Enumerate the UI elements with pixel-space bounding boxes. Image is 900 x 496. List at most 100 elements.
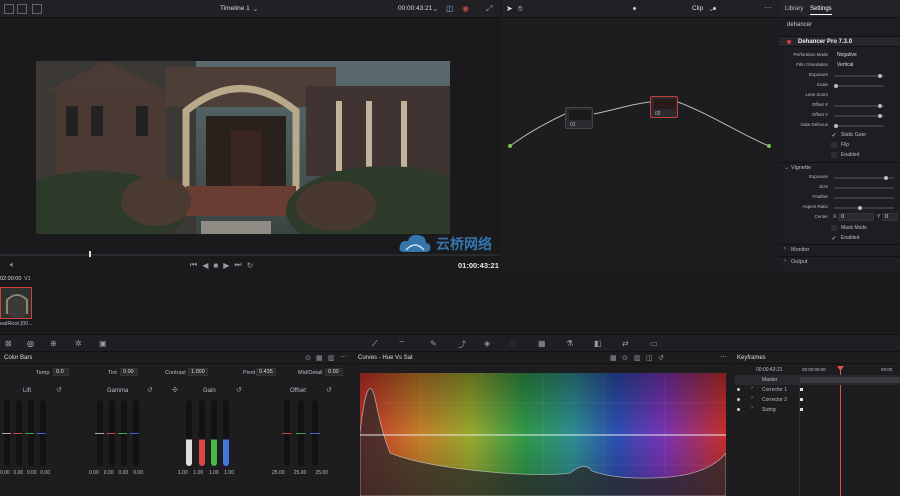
layout-icon[interactable] [4, 4, 14, 14]
picker-icon[interactable]: ✣ [172, 386, 178, 394]
viewer-image[interactable] [36, 61, 450, 234]
keyframe-diamond[interactable] [800, 408, 803, 411]
aspect-ratio-slider[interactable] [834, 206, 894, 210]
value-y[interactable]: 0.00 [89, 470, 99, 476]
vignette-size-slider[interactable] [834, 187, 894, 189]
audio-icon[interactable]: 🔈︎ [10, 260, 15, 270]
curve-graph[interactable] [360, 373, 726, 496]
section-output[interactable]: › Output [779, 256, 900, 266]
keyframe-row-corrector-1[interactable]: › Corrector 1 [734, 385, 899, 395]
offset-x-slider[interactable] [834, 104, 884, 108]
exposure-slider[interactable] [834, 74, 884, 78]
curve-grid-icon[interactable]: ▥ [634, 354, 641, 362]
bar-r[interactable] [199, 400, 205, 466]
value-r[interactable]: 0.00 [13, 470, 23, 476]
value-b[interactable]: 0.00 [133, 470, 143, 476]
step-back-icon[interactable]: ◀ [202, 261, 208, 270]
row-value[interactable]: Negative [837, 52, 857, 58]
view-options-icon[interactable] [17, 4, 27, 14]
value-b[interactable]: 1.00 [224, 470, 234, 476]
checkbox-enabled[interactable] [831, 152, 837, 158]
param-temp-field[interactable]: 0.0 [53, 368, 69, 376]
bar-b[interactable] [223, 400, 229, 466]
gate-defocus-slider[interactable] [834, 124, 884, 128]
node-02[interactable]: 02 [650, 96, 678, 118]
reset-icon[interactable]: ↺ [326, 386, 332, 394]
keyframe-row-sizing[interactable]: › Sizing [734, 405, 899, 415]
value-r[interactable]: 0.00 [104, 470, 114, 476]
value-r[interactable]: 1.00 [193, 470, 203, 476]
tab-settings[interactable]: Settings [810, 6, 832, 15]
value-g[interactable]: 0.00 [27, 470, 37, 476]
checkbox-mask-mode[interactable] [831, 225, 837, 231]
hdr-icon[interactable]: ✲ [75, 339, 82, 348]
reset-icon[interactable]: ↺ [147, 386, 153, 394]
value-r[interactable]: 25.00 [272, 470, 285, 476]
vignette-feather-slider[interactable] [834, 197, 894, 199]
curve-mode-icon[interactable]: ▦ [610, 354, 617, 362]
param-contrast-field[interactable]: 1.000 [188, 368, 208, 376]
curve-view-icon[interactable]: ◫ [646, 354, 653, 362]
tab-library[interactable]: Library [785, 6, 803, 12]
keyframe-diamond[interactable] [800, 398, 803, 401]
keyframe-row-corrector-2[interactable]: › Corrector 2 [734, 395, 899, 405]
fullscreen-icon[interactable]: ⤢ [486, 4, 492, 14]
camera-raw-icon[interactable]: ⊠ [5, 339, 12, 348]
play-icon[interactable]: ▶ [223, 261, 229, 270]
value-g[interactable]: 25.00 [294, 470, 307, 476]
center-x-field[interactable]: 0 [838, 213, 874, 221]
curves-icon[interactable]: ⟋ [372, 339, 378, 349]
scrub-playhead[interactable] [89, 251, 91, 257]
curve-reset-icon[interactable]: ↺ [658, 354, 664, 362]
color-warper-icon[interactable]: ⌔ [398, 339, 406, 349]
param-middetail-field[interactable]: 0.00 [325, 368, 343, 376]
bar-g[interactable] [211, 400, 217, 466]
timeline-title[interactable]: Timeline 1 [220, 5, 250, 12]
vignette-header[interactable]: ⌄ Vignette [779, 162, 900, 171]
expand-icon[interactable]: › [751, 395, 753, 401]
magic-mask-icon[interactable]: ◌ [510, 339, 515, 348]
keyframe-diamond[interactable] [800, 388, 803, 391]
bar-y[interactable] [186, 400, 192, 466]
tracker-icon[interactable]: ◈ [484, 339, 490, 348]
blur-icon[interactable]: ▦ [538, 339, 546, 348]
qualifier-icon[interactable]: ✎ [430, 339, 437, 348]
reset-all-icon[interactable]: ⊙ [305, 354, 311, 362]
plugin-enabled-dot[interactable] [787, 40, 791, 44]
value-b[interactable]: 0.00 [40, 470, 50, 476]
vignette-exposure-slider[interactable] [834, 176, 894, 180]
checkbox-flip[interactable] [831, 142, 837, 148]
curve-picker-icon[interactable]: ⊙ [622, 354, 628, 362]
info-icon[interactable]: ▭ [650, 339, 658, 348]
loop-icon[interactable]: ↻ [247, 261, 254, 270]
stop-icon[interactable]: ■ [213, 261, 218, 270]
3d-icon[interactable]: ⇄ [622, 339, 629, 348]
skip-end-icon[interactable]: ⏭ [234, 260, 241, 270]
param-pivot-field[interactable]: 0.435 [256, 368, 276, 376]
reset-icon[interactable]: ↺ [56, 386, 62, 394]
rgb-mixer-icon[interactable]: ▣ [99, 339, 107, 348]
key-icon[interactable]: ⚗ [566, 339, 573, 348]
offset-y-slider[interactable] [834, 114, 884, 118]
value-b[interactable]: 25.00 [315, 470, 328, 476]
checkbox-static-gate[interactable]: ✓ [831, 132, 837, 139]
grid-icon[interactable]: ▦ [316, 354, 323, 362]
section-monitor[interactable]: › Monitor [779, 244, 900, 254]
keyframe-row-master[interactable]: Master [734, 375, 900, 385]
skip-start-icon[interactable]: ⏮ [190, 260, 197, 270]
primaries-icon[interactable]: ⊕ [50, 339, 57, 348]
dual-view-icon[interactable] [32, 4, 42, 14]
color-match-icon[interactable]: ◎ [27, 339, 34, 348]
sizing-icon[interactable]: ◧ [594, 339, 602, 348]
curve-menu-icon[interactable]: ⋯ [720, 353, 727, 361]
window-icon[interactable]: ⤴ [458, 339, 466, 350]
expand-icon[interactable]: › [751, 385, 753, 391]
plugin-search[interactable]: dehancer [787, 22, 812, 28]
record-icon[interactable]: ◉ [462, 4, 469, 13]
chevron-down-icon[interactable]: ⌄ [252, 4, 259, 13]
param-tint-field[interactable]: 0.00 [120, 368, 138, 376]
bars-icon[interactable]: ▥ [328, 354, 335, 362]
keyframe-playhead-handle[interactable] [837, 366, 844, 371]
row-value[interactable]: Vertical [837, 62, 853, 68]
reset-icon[interactable]: ↺ [236, 386, 242, 394]
